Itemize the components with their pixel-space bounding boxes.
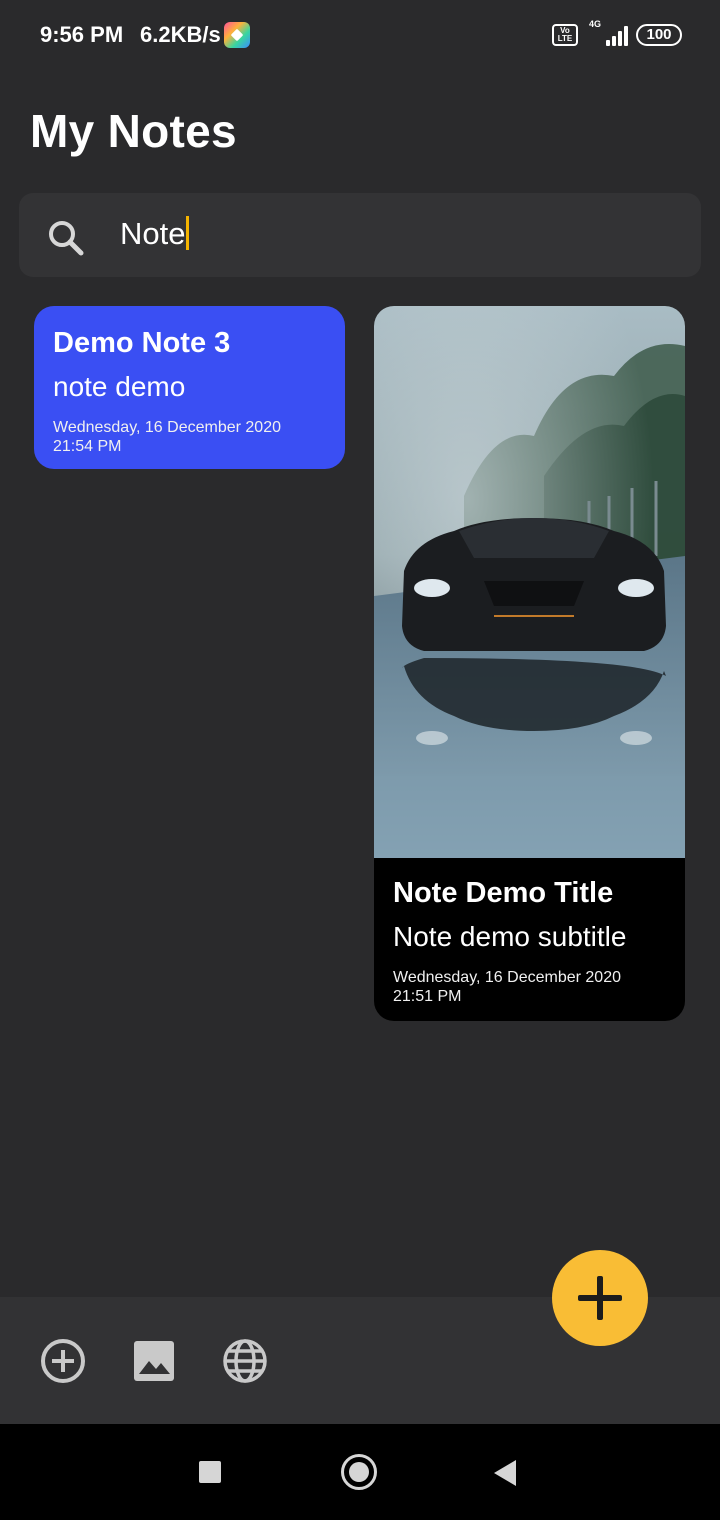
note-subtitle: note demo xyxy=(53,371,186,402)
page-title: My Notes xyxy=(30,105,237,157)
add-circle-icon[interactable] xyxy=(39,1337,87,1385)
globe-icon[interactable] xyxy=(221,1337,269,1385)
note-card[interactable]: Demo Note 3 note demo Wednesday, 16 Dece… xyxy=(34,306,345,469)
image-icon[interactable] xyxy=(130,1337,178,1385)
note-card-with-image[interactable]: Note Demo Title Note demo subtitle Wedne… xyxy=(374,306,685,1021)
note-time: 21:54 PM xyxy=(53,438,122,455)
note-subtitle: Note demo subtitle xyxy=(393,921,627,952)
text-caret xyxy=(186,216,190,250)
network-speed: 6.2KB/s xyxy=(140,22,221,47)
recent-apps-icon[interactable] xyxy=(199,1461,221,1483)
note-date: Wednesday, 16 December 2020 xyxy=(393,969,621,986)
battery-indicator: 100 xyxy=(636,24,682,46)
app-notification-icon xyxy=(224,22,250,48)
note-image xyxy=(374,306,685,858)
note-time: 21:51 PM xyxy=(393,988,462,1005)
note-title: Demo Note 3 xyxy=(53,327,231,359)
volte-icon: Vo LTE xyxy=(552,24,578,46)
search-input-value: Note xyxy=(120,216,186,251)
note-title: Note Demo Title xyxy=(393,877,614,909)
status-time: 9:56 PM xyxy=(40,22,124,47)
add-note-button[interactable] xyxy=(552,1250,648,1346)
status-bar: 9:56 PM 6.2KB/s Vo LTE 4G 100 xyxy=(0,0,720,70)
home-icon[interactable] xyxy=(341,1454,377,1490)
back-icon[interactable] xyxy=(494,1460,516,1486)
search-icon xyxy=(49,221,84,256)
signal-icon xyxy=(600,24,628,46)
search-input[interactable]: Note xyxy=(120,216,190,252)
note-date: Wednesday, 16 December 2020 xyxy=(53,419,281,436)
